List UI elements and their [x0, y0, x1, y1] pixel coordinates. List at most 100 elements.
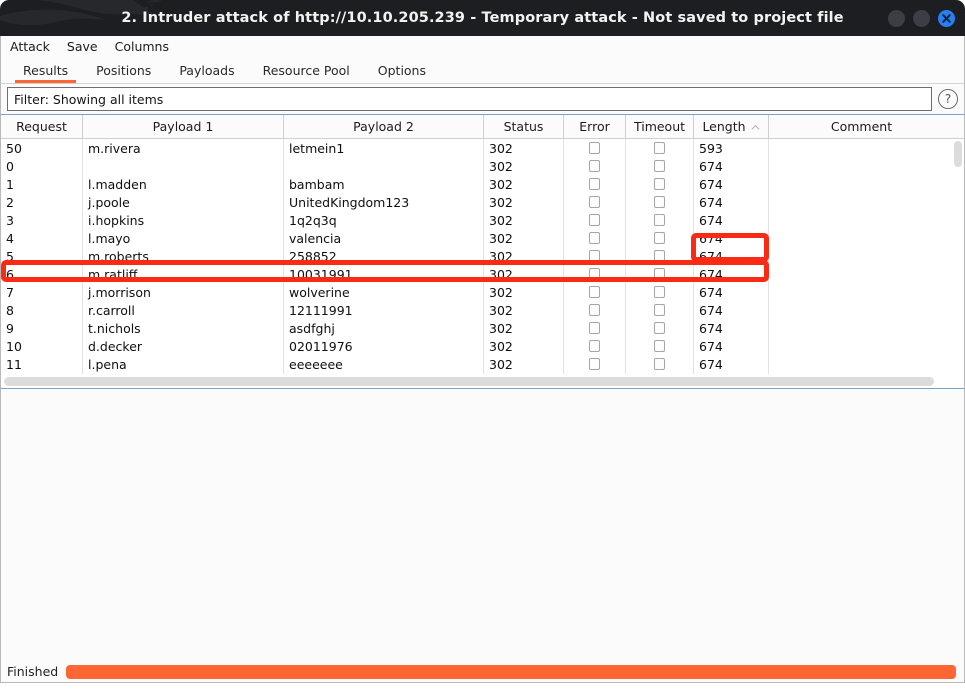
table-row[interactable]: 6m.ratliff10031991302674 — [1, 265, 964, 283]
column-header-status[interactable]: Status — [484, 115, 564, 138]
tab-payloads[interactable]: Payloads — [165, 58, 248, 83]
table-cell-payload1: m.roberts — [83, 247, 284, 265]
error-checkbox[interactable] — [589, 268, 600, 280]
table-row[interactable]: 9t.nicholsasdfghj302674 — [1, 319, 964, 337]
close-button[interactable] — [938, 10, 955, 27]
table-cell-comment — [769, 175, 954, 193]
table-row[interactable]: 0302674 — [1, 157, 964, 175]
table-cell-request: 50 — [1, 139, 83, 157]
table-cell-status: 302 — [484, 355, 564, 373]
column-header-label: Timeout — [634, 119, 685, 134]
horizontal-scrollbar-thumb[interactable] — [4, 377, 934, 386]
table-cell-payload1: m.ratliff — [83, 265, 284, 283]
horizontal-scrollbar[interactable] — [1, 374, 964, 388]
table-cell-timeout — [626, 211, 694, 229]
timeout-checkbox[interactable] — [654, 142, 665, 154]
error-checkbox[interactable] — [589, 178, 600, 190]
filter-bar: Filter: Showing all items ? — [0, 84, 965, 114]
error-checkbox[interactable] — [589, 304, 600, 316]
table-row[interactable]: 4l.mayovalencia302674 — [1, 229, 964, 247]
timeout-checkbox[interactable] — [654, 268, 665, 280]
table-cell-timeout — [626, 355, 694, 373]
timeout-checkbox[interactable] — [654, 178, 665, 190]
menu-bar: Attack Save Columns — [0, 36, 965, 58]
column-header-payload-2[interactable]: Payload 2 — [284, 115, 484, 138]
table-cell-request: 9 — [1, 319, 83, 337]
column-header-label: Length — [702, 119, 745, 134]
error-checkbox[interactable] — [589, 286, 600, 298]
table-row[interactable]: 50m.riveraletmein1302593 — [1, 139, 964, 157]
table-row[interactable]: 5m.roberts258852302674 — [1, 247, 964, 265]
table-body: 50m.riveraletmein130259303026741l.madden… — [1, 139, 964, 388]
error-checkbox[interactable] — [589, 214, 600, 226]
filter-input[interactable]: Filter: Showing all items — [7, 87, 932, 111]
table-cell-error — [564, 265, 626, 283]
table-row[interactable]: 11l.penaeeeeeee302674 — [1, 355, 964, 373]
timeout-checkbox[interactable] — [654, 340, 665, 352]
menu-item-columns[interactable]: Columns — [115, 36, 178, 58]
error-checkbox[interactable] — [589, 196, 600, 208]
table-row[interactable]: 2j.pooleUnitedKingdom123302674 — [1, 193, 964, 211]
status-label: Finished — [7, 664, 58, 679]
error-checkbox[interactable] — [589, 358, 600, 370]
window-titlebar[interactable]: 2. Intruder attack of http://10.10.205.2… — [0, 0, 965, 36]
table-cell-error — [564, 211, 626, 229]
column-header-length[interactable]: Length — [694, 115, 769, 138]
tab-positions[interactable]: Positions — [82, 58, 165, 83]
vertical-scrollbar-thumb[interactable] — [954, 141, 962, 167]
table-cell-status: 302 — [484, 247, 564, 265]
menu-item-attack[interactable]: Attack — [10, 36, 59, 58]
timeout-checkbox[interactable] — [654, 304, 665, 316]
request-response-panel — [0, 389, 965, 661]
error-checkbox[interactable] — [589, 250, 600, 262]
column-header-comment[interactable]: Comment — [769, 115, 954, 138]
table-row[interactable]: 10d.decker02011976302674 — [1, 337, 964, 355]
error-checkbox[interactable] — [589, 142, 600, 154]
timeout-checkbox[interactable] — [654, 358, 665, 370]
vertical-scrollbar[interactable] — [952, 139, 964, 374]
menu-item-save[interactable]: Save — [67, 36, 107, 58]
error-checkbox[interactable] — [589, 160, 600, 172]
timeout-checkbox[interactable] — [654, 160, 665, 172]
table-cell-payload2: 258852 — [284, 247, 484, 265]
column-header-error[interactable]: Error — [564, 115, 626, 138]
error-checkbox[interactable] — [589, 322, 600, 334]
column-header-payload-1[interactable]: Payload 1 — [83, 115, 284, 138]
table-cell-payload2: 1q2q3q — [284, 211, 484, 229]
tab-options[interactable]: Options — [364, 58, 440, 83]
table-cell-payload2: wolverine — [284, 283, 484, 301]
timeout-checkbox[interactable] — [654, 322, 665, 334]
tab-resource-pool[interactable]: Resource Pool — [249, 58, 364, 83]
table-cell-length: 674 — [694, 301, 769, 319]
timeout-checkbox[interactable] — [654, 232, 665, 244]
timeout-checkbox[interactable] — [654, 196, 665, 208]
minimize-button[interactable] — [888, 10, 905, 27]
error-checkbox[interactable] — [589, 232, 600, 244]
maximize-button[interactable] — [913, 10, 930, 27]
table-cell-payload1 — [83, 157, 284, 175]
table-row[interactable]: 7j.morrisonwolverine302674 — [1, 283, 964, 301]
table-cell-timeout — [626, 175, 694, 193]
close-icon — [940, 12, 953, 25]
table-cell-payload2: 10031991 — [284, 265, 484, 283]
table-cell-comment — [769, 229, 954, 247]
table-cell-length: 674 — [694, 211, 769, 229]
table-cell-payload2: valencia — [284, 229, 484, 247]
table-cell-payload1: m.rivera — [83, 139, 284, 157]
table-row[interactable]: 8r.carroll12111991302674 — [1, 301, 964, 319]
error-checkbox[interactable] — [589, 340, 600, 352]
table-cell-payload1: r.carroll — [83, 301, 284, 319]
column-header-request[interactable]: Request — [1, 115, 83, 138]
table-cell-length: 674 — [694, 319, 769, 337]
tab-results[interactable]: Results — [9, 58, 82, 83]
table-cell-error — [564, 337, 626, 355]
table-cell-payload2: 12111991 — [284, 301, 484, 319]
table-row[interactable]: 3i.hopkins1q2q3q302674 — [1, 211, 964, 229]
timeout-checkbox[interactable] — [654, 286, 665, 298]
table-row[interactable]: 1l.maddenbambam302674 — [1, 175, 964, 193]
timeout-checkbox[interactable] — [654, 250, 665, 262]
column-header-timeout[interactable]: Timeout — [626, 115, 694, 138]
table-cell-payload1: l.madden — [83, 175, 284, 193]
timeout-checkbox[interactable] — [654, 214, 665, 226]
question-mark-icon[interactable]: ? — [938, 89, 958, 109]
